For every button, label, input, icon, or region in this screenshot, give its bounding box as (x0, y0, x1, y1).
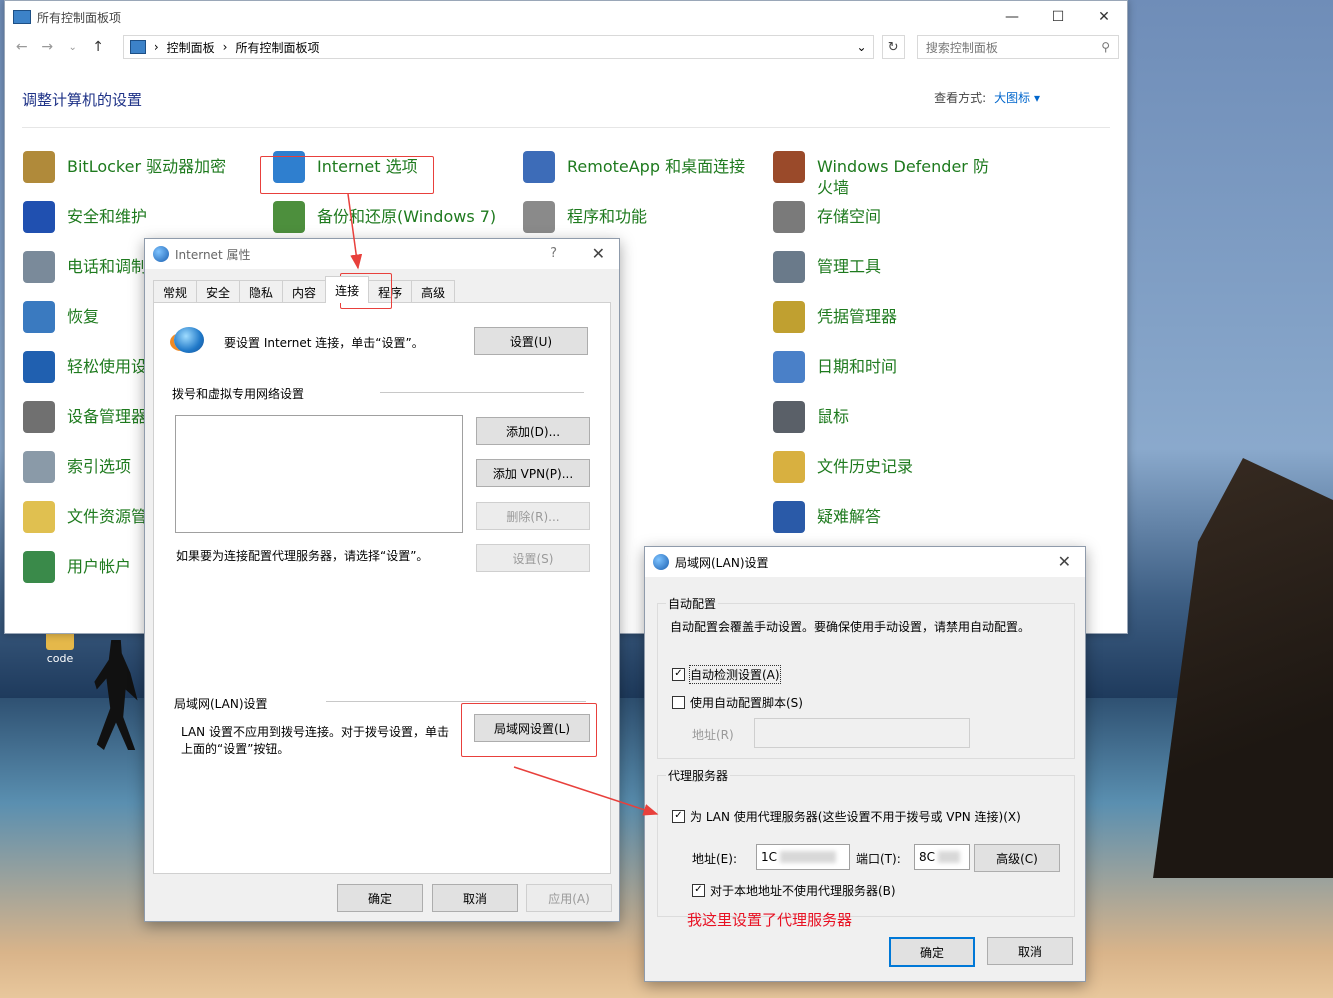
tab-connections[interactable]: 连接 (325, 276, 370, 303)
arrow-to-proxy (513, 766, 659, 816)
arrow-to-tab (347, 193, 363, 270)
annotation-arrows (347, 193, 659, 816)
